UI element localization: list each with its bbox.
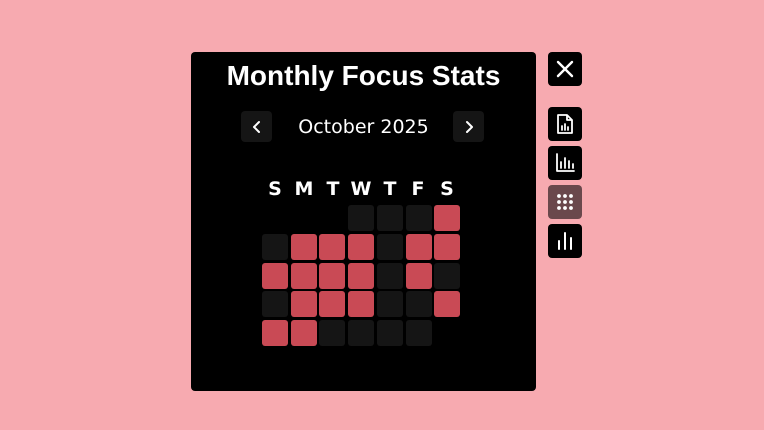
day-cell[interactable] [406,320,432,346]
weekday-label: F [411,178,425,200]
day-cell[interactable] [434,263,460,289]
day-cell-active[interactable] [319,234,345,260]
close-button[interactable] [548,52,582,86]
day-cell-active[interactable] [434,234,460,260]
weekday-label: T [326,178,340,200]
day-cell-active[interactable] [406,234,432,260]
day-cell-active[interactable] [291,234,317,260]
weekday-label: S [268,178,282,200]
next-month-button[interactable] [453,111,484,142]
day-cell[interactable] [377,263,403,289]
day-cell-active[interactable] [319,291,345,317]
chevron-right-icon [465,120,473,133]
day-cell-active[interactable] [291,263,317,289]
previous-month-button[interactable] [241,111,272,142]
day-cell-active[interactable] [291,320,317,346]
grid-view-button[interactable] [548,185,582,219]
day-cell[interactable] [377,205,403,231]
monthly-stats-panel: Monthly Focus Stats October 2025 S M T W… [191,52,536,391]
day-cell-active[interactable] [262,263,288,289]
day-cell[interactable] [406,291,432,317]
grid-dots-icon [557,194,573,210]
day-cell[interactable] [348,205,374,231]
weekday-label: W [350,178,372,200]
day-cell[interactable] [406,205,432,231]
close-icon [556,60,574,78]
chevron-left-icon [252,120,260,133]
month-label: October 2025 [298,116,429,138]
day-cell[interactable] [377,291,403,317]
day-cell-active[interactable] [434,205,460,231]
weekday-label: M [294,178,314,200]
stats-button[interactable] [548,224,582,258]
day-cell[interactable] [348,320,374,346]
day-cell-active[interactable] [319,263,345,289]
report-file-button[interactable] [548,107,582,141]
day-cell[interactable] [377,234,403,260]
weekday-label: T [383,178,397,200]
day-cell-active[interactable] [434,291,460,317]
day-cell[interactable] [262,291,288,317]
stats-bars-icon [558,232,572,250]
weekday-label: S [440,178,454,200]
file-chart-icon [557,114,573,134]
day-cell-active[interactable] [262,320,288,346]
day-cell-active[interactable] [348,291,374,317]
panel-title: Monthly Focus Stats [226,60,501,91]
day-cell[interactable] [377,320,403,346]
day-cell-active[interactable] [348,234,374,260]
day-cell[interactable] [319,320,345,346]
day-cell-active[interactable] [291,291,317,317]
bar-chart-button[interactable] [548,146,582,180]
day-cell-active[interactable] [348,263,374,289]
bar-chart-icon [556,153,575,172]
calendar-heatmap-grid [262,205,462,350]
day-cell[interactable] [262,234,288,260]
day-cell-active[interactable] [406,263,432,289]
